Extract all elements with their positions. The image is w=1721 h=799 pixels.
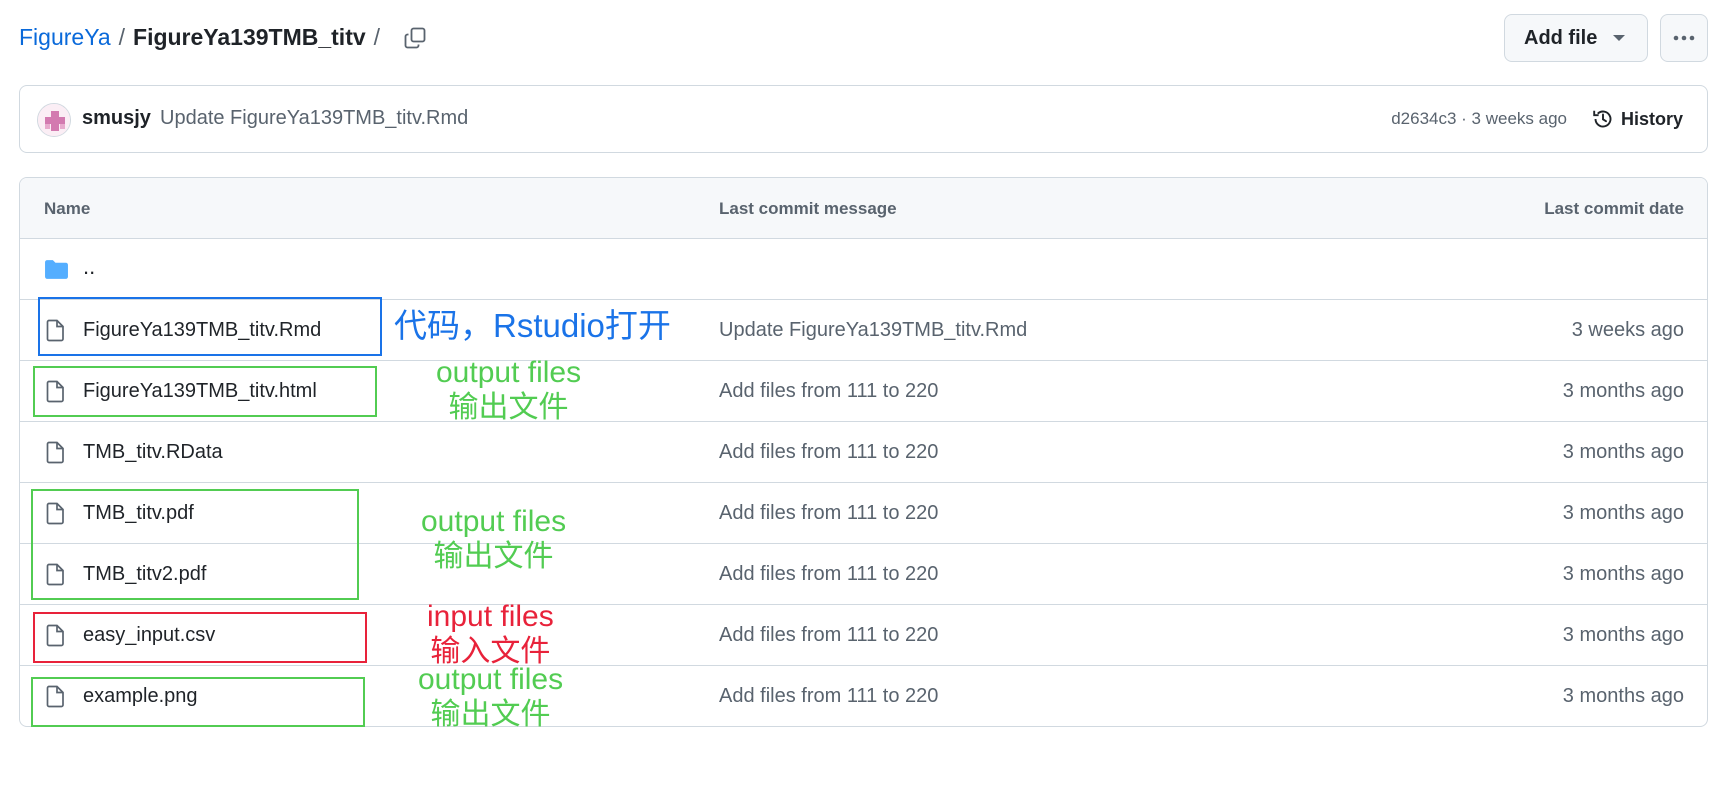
breadcrumb-current-folder: FigureYa139TMB_titv xyxy=(133,24,366,50)
annotation-input-en: input files xyxy=(427,600,554,633)
column-header-message: Last commit message xyxy=(719,199,897,218)
avatar[interactable] xyxy=(37,103,71,137)
annotation-box-output-html xyxy=(33,366,377,417)
file-commit-date: 3 months ago xyxy=(1562,685,1684,707)
file-table-header: Name Last commit message Last commit dat… xyxy=(20,178,1707,239)
file-commit-message[interactable]: Add files from 111 to 220 xyxy=(719,685,938,708)
latest-commit-bar: smusjy Update FigureYa139TMB_titv.Rmd d2… xyxy=(19,85,1708,153)
file-name-link[interactable]: TMB_titv.RData xyxy=(83,441,223,464)
commit-sha-and-time[interactable]: d2634c3 · 3 weeks ago xyxy=(1391,109,1567,129)
file-commit-date: 3 months ago xyxy=(1562,441,1684,463)
annotation-code-label: 代码，Rstudio打开 xyxy=(394,307,671,344)
annotation-output-label-2: output files 输出文件 xyxy=(421,504,566,574)
file-commit-date: 3 weeks ago xyxy=(1571,319,1684,341)
breadcrumb: FigureYa / FigureYa139TMB_titv / xyxy=(19,24,388,51)
parent-directory-row[interactable]: .. xyxy=(20,239,1707,300)
file-commit-message[interactable]: Add files from 111 to 220 xyxy=(719,624,938,647)
annotation-output-en-3: output files xyxy=(418,663,564,696)
copy-path-button[interactable] xyxy=(397,21,433,55)
repo-header: FigureYa / FigureYa139TMB_titv / Add fil… xyxy=(19,14,1708,62)
add-file-label: Add file xyxy=(1524,26,1598,49)
annotation-output-zh-3: 输出文件 xyxy=(430,698,551,731)
add-file-button[interactable]: Add file xyxy=(1504,14,1648,62)
column-header-date: Last commit date xyxy=(1544,199,1684,218)
annotation-box-output-png xyxy=(31,677,365,727)
history-icon xyxy=(1593,110,1612,128)
folder-icon xyxy=(45,260,68,279)
annotation-output-zh-1: 输出文件 xyxy=(448,391,569,424)
commit-author[interactable]: smusjy xyxy=(82,107,151,130)
file-commit-date: 3 months ago xyxy=(1562,502,1684,524)
file-commit-message[interactable]: Add files from 111 to 220 xyxy=(719,502,938,525)
file-commit-date: 3 months ago xyxy=(1562,624,1684,646)
history-button[interactable]: History xyxy=(1591,102,1683,136)
annotation-output-en-2: output files xyxy=(421,505,567,538)
file-commit-message[interactable]: Add files from 111 to 220 xyxy=(719,380,938,403)
annotation-box-output-pdf xyxy=(31,489,359,600)
history-label: History xyxy=(1620,108,1683,129)
annotation-output-label-3: output files 输出文件 xyxy=(418,662,563,732)
file-commit-message[interactable]: Add files from 111 to 220 xyxy=(719,563,938,586)
breadcrumb-separator: / xyxy=(118,24,126,50)
annotation-input-label: input files 输入文件 xyxy=(427,599,554,669)
column-header-name: Name xyxy=(44,199,91,218)
parent-directory-link[interactable]: .. xyxy=(83,254,95,280)
annotation-output-zh-2: 输出文件 xyxy=(433,540,554,573)
breadcrumb-repo-link[interactable]: FigureYa xyxy=(19,24,111,51)
annotation-output-label-1: output files 输出文件 xyxy=(436,355,581,425)
annotation-output-en-1: output files xyxy=(436,356,582,389)
file-row[interactable]: TMB_titv.RData Add files from 111 to 220 3… xyxy=(20,422,1707,483)
copy-icon xyxy=(404,27,426,49)
kebab-horizontal-icon xyxy=(1673,35,1695,41)
annotation-box-input xyxy=(33,612,367,663)
file-icon xyxy=(46,441,64,464)
file-commit-date: 3 months ago xyxy=(1562,380,1684,402)
file-commit-message[interactable]: Update FigureYa139TMB_titv.Rmd xyxy=(719,319,1027,342)
breadcrumb-trailing-separator: / xyxy=(373,24,381,50)
triangle-down-icon xyxy=(1613,35,1625,41)
identicon-icon xyxy=(38,104,70,136)
more-options-button[interactable] xyxy=(1660,14,1708,62)
file-commit-date: 3 months ago xyxy=(1562,563,1684,585)
annotation-box-code xyxy=(38,297,382,356)
file-commit-message[interactable]: Add files from 111 to 220 xyxy=(719,441,938,464)
commit-message[interactable]: Update FigureYa139TMB_titv.Rmd xyxy=(160,107,468,130)
